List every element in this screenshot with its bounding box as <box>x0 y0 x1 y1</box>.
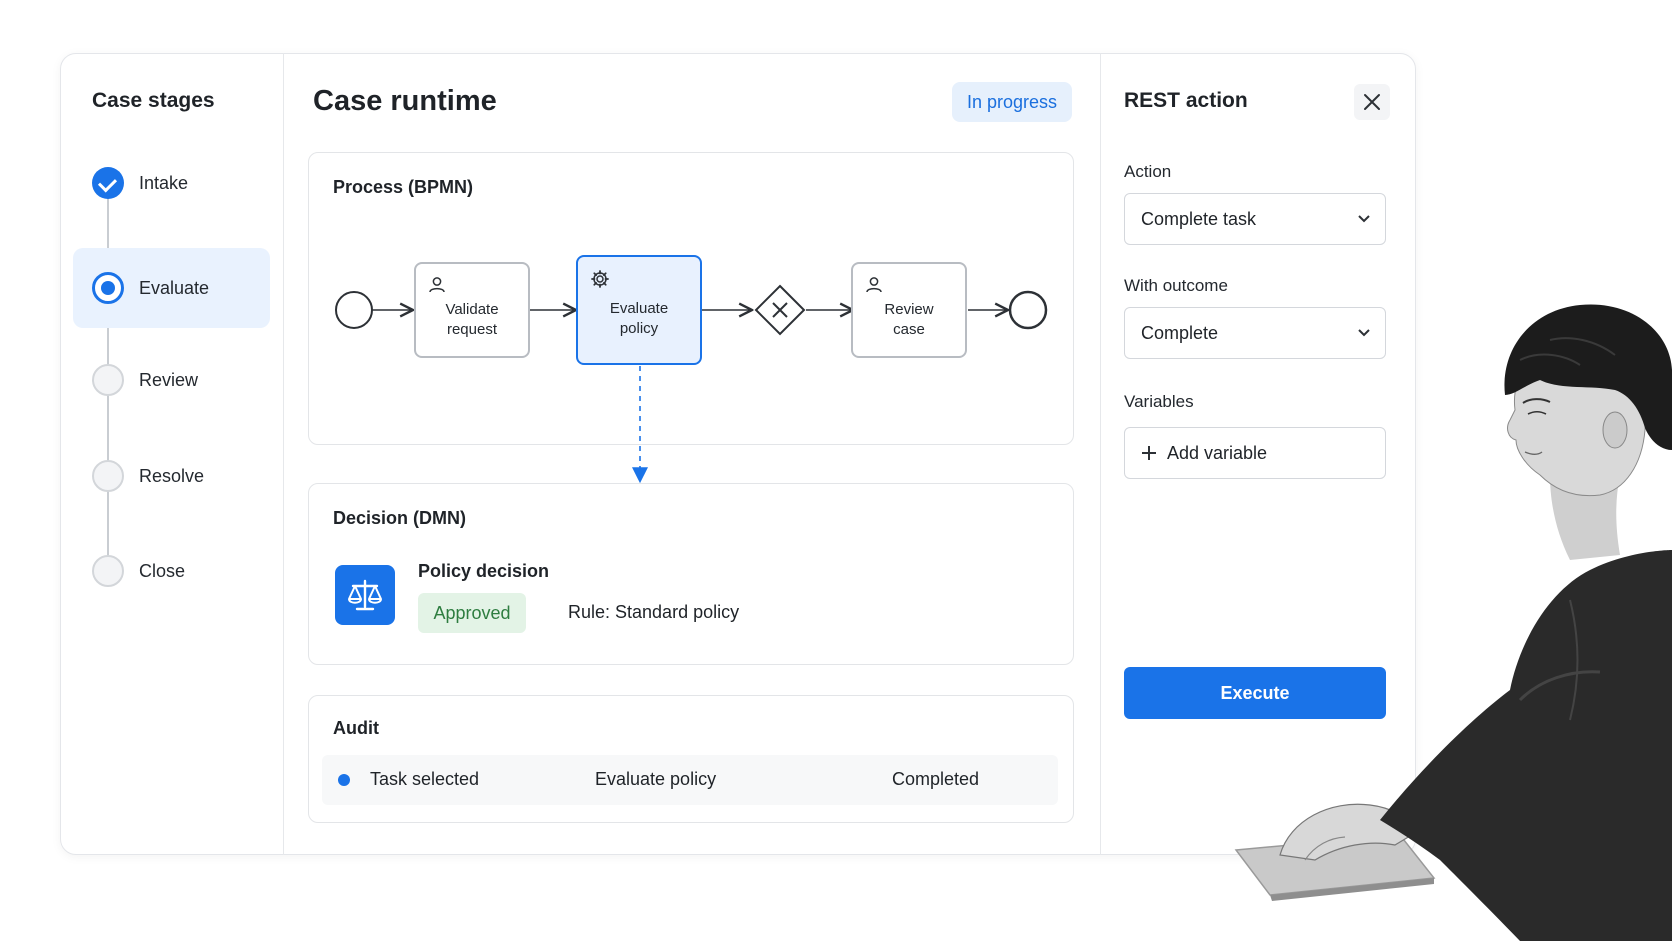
process-title: Process (BPMN) <box>333 177 474 197</box>
pending-stage-icon <box>92 555 124 587</box>
task-review-case[interactable]: Review case <box>851 262 967 358</box>
plus-icon <box>1141 445 1157 461</box>
current-stage-icon <box>92 272 124 304</box>
audit-status: Completed <box>892 769 980 789</box>
action-value: Complete task <box>1141 208 1257 229</box>
audit-event: Task selected <box>370 769 480 789</box>
stage-review[interactable]: Review <box>92 364 198 396</box>
task-evaluate-policy[interactable]: Evaluate policy <box>576 255 702 365</box>
stage-label: Evaluate <box>139 277 210 298</box>
close-button[interactable] <box>1354 84 1390 120</box>
close-icon <box>1364 94 1380 110</box>
audit-row[interactable]: Task selected Evaluate policy Completed <box>322 755 1058 805</box>
decision-rule: Rule: Standard policy <box>568 602 740 622</box>
rest-panel-divider <box>1100 53 1101 855</box>
chevron-down-icon <box>1358 215 1370 223</box>
user-icon <box>865 276 883 299</box>
outcome-label: With outcome <box>1124 276 1228 295</box>
user-icon <box>428 276 446 299</box>
stage-label: Resolve <box>139 465 205 486</box>
rest-panel-title: REST action <box>1124 89 1248 112</box>
status-badge: In progress <box>952 82 1072 122</box>
gear-icon <box>590 269 610 294</box>
stage-label: Intake <box>139 172 189 193</box>
scale-icon <box>335 565 395 625</box>
status-dot-icon <box>338 774 350 786</box>
stage-resolve[interactable]: Resolve <box>92 460 204 492</box>
action-label: Action <box>1124 162 1172 181</box>
stage-intake[interactable]: Intake <box>92 167 188 199</box>
pending-stage-icon <box>92 460 124 492</box>
variables-label: Variables <box>1124 392 1194 411</box>
stages-title: Case stages <box>92 89 215 112</box>
decision-name: Policy decision <box>418 561 550 581</box>
decision-title: Decision (DMN) <box>333 508 467 528</box>
task-label: Validate request <box>445 301 499 338</box>
audit-title: Audit <box>333 718 379 738</box>
stage-close[interactable]: Close <box>92 555 185 587</box>
check-icon <box>92 167 124 199</box>
person-photo <box>1234 304 1672 941</box>
task-label: Review case <box>884 301 934 338</box>
sidebar-divider <box>283 53 284 855</box>
page-title: Case runtime <box>313 85 497 117</box>
audit-task: Evaluate policy <box>595 769 717 789</box>
outcome-value: Complete <box>1141 322 1219 343</box>
action-select[interactable]: Complete task <box>1124 193 1386 245</box>
task-validate-request[interactable]: Validate request <box>414 262 530 358</box>
stage-label: Review <box>139 369 199 390</box>
pending-stage-icon <box>92 364 124 396</box>
task-label: Evaluate policy <box>609 300 669 337</box>
decision-result-badge: Approved <box>418 593 526 633</box>
stage-evaluate[interactable]: Evaluate <box>92 272 209 304</box>
stage-label: Close <box>139 560 186 581</box>
